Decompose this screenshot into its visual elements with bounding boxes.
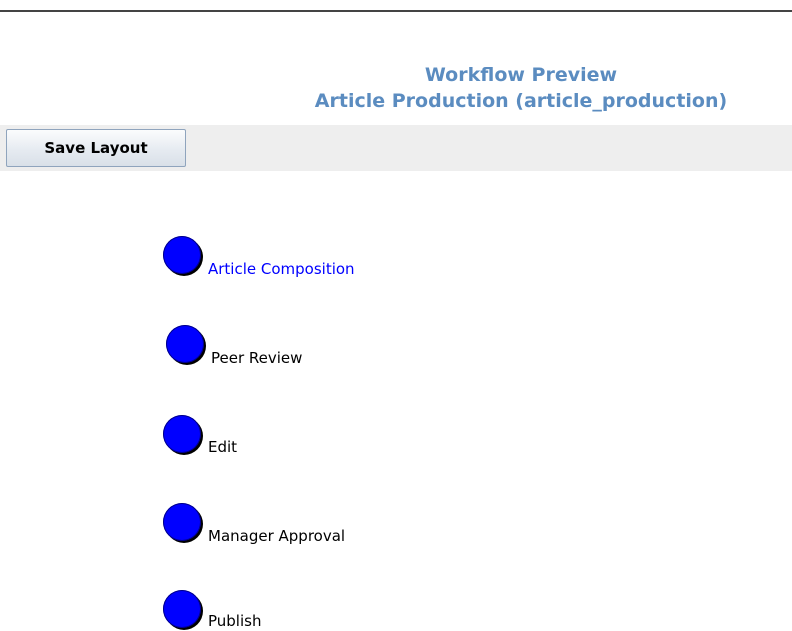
page-title: Workflow Preview [424,64,618,86]
workflow-preview-window: Workflow Preview Article Production (art… [0,0,792,631]
state-circle-icon[interactable] [163,590,201,628]
state-circle-icon[interactable] [166,325,204,363]
state-circle-icon[interactable] [163,503,201,541]
toolbar: Save Layout [0,125,792,171]
workflow-name: Article Production (article_production) [314,90,728,112]
state-circle-icon[interactable] [163,236,201,274]
save-layout-button[interactable]: Save Layout [6,129,186,167]
node-label[interactable]: Publish [208,612,261,630]
state-circle-icon[interactable] [163,415,201,453]
node-label[interactable]: Article Composition [208,260,355,278]
node-label[interactable]: Edit [208,438,237,456]
node-label[interactable]: Manager Approval [208,527,345,545]
top-divider [0,10,792,12]
node-label[interactable]: Peer Review [211,349,302,367]
